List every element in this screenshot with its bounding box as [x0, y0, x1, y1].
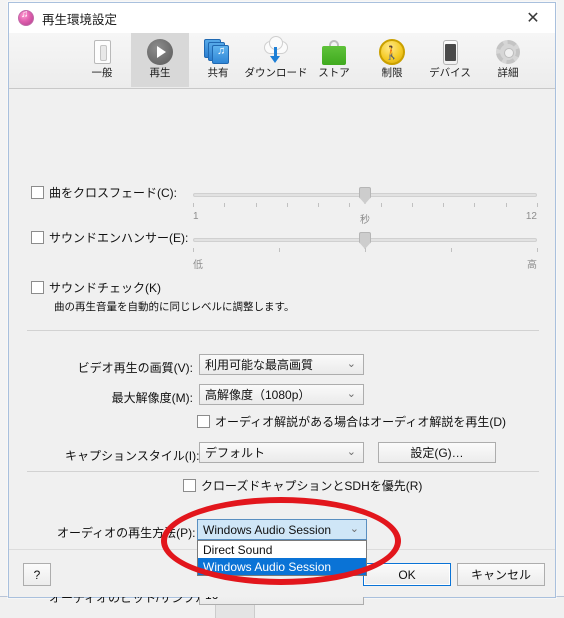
share-stack-icon	[203, 37, 233, 67]
crossfade-min-label: 1	[193, 211, 199, 222]
restriction-icon	[377, 37, 407, 67]
tab-sharing-label: 共有	[207, 67, 229, 79]
tab-advanced[interactable]: 詳細	[479, 33, 537, 87]
caption-settings-button[interactable]: 設定(G)…	[378, 442, 496, 463]
sound-enhancer-slider[interactable]: 低 高	[193, 232, 538, 274]
chevron-down-icon: ⌄	[349, 523, 359, 535]
title-bar: 再生環境設定 ✕	[9, 3, 555, 33]
caption-style-label: キャプションスタイル(I):	[65, 449, 200, 463]
audio-playback-method-value: Windows Audio Session	[203, 522, 332, 537]
close-icon[interactable]: ✕	[511, 3, 555, 33]
chevron-down-icon: ⌄	[346, 358, 356, 370]
tab-store-label: ストア	[318, 67, 350, 79]
chevron-down-icon: ⌄	[346, 446, 356, 458]
crossfade-slider[interactable]: 1 秒 12	[193, 187, 538, 229]
tab-downloads[interactable]: ダウンロード	[244, 33, 308, 87]
shopping-bag-icon	[319, 37, 349, 67]
chevron-down-icon: ⌄	[346, 388, 356, 400]
window-title: 再生環境設定	[42, 12, 118, 27]
audio-description-label: オーディオ解説がある場合はオーディオ解説を再生(D)	[215, 415, 506, 429]
sound-enhancer-slider-thumb[interactable]	[359, 232, 371, 249]
sound-enhancer-label: サウンドエンハンサー(E):	[49, 231, 189, 245]
help-button[interactable]: ?	[23, 563, 51, 586]
playback-settings-panel: 曲をクロスフェード(C): 1 秒 12 サウンドエンハンサー(E): 低 高 …	[9, 89, 555, 605]
crossfade-checkbox[interactable]	[31, 186, 44, 199]
phone-device-icon	[435, 37, 465, 67]
max-resolution-value: 高解像度（1080p）	[205, 388, 311, 402]
screenshot-root: ⌄ 再生環境設定 ✕ 一般 再生 共有	[0, 0, 564, 618]
closed-caption-label: クローズドキャプションとSDHを優先(R)	[201, 479, 423, 493]
audio-playback-method-label: オーディオの再生方法(P):	[57, 526, 196, 540]
sound-enhancer-checkbox-row[interactable]: サウンドエンハンサー(E):	[31, 229, 188, 246]
audio-playback-method-select[interactable]: Windows Audio Session ⌄	[197, 519, 367, 540]
sound-enhancer-slider-ticks	[193, 248, 538, 253]
tab-downloads-label: ダウンロード	[244, 67, 308, 79]
sound-enhancer-checkbox[interactable]	[31, 231, 44, 244]
general-switch-icon	[87, 37, 117, 67]
video-quality-label: ビデオ再生の画質(V):	[77, 361, 193, 375]
tab-playback[interactable]: 再生	[131, 33, 189, 87]
crossfade-slider-ticks	[193, 203, 538, 208]
cancel-button[interactable]: キャンセル	[457, 563, 545, 586]
sound-check-label: サウンドチェック(K)	[49, 281, 161, 295]
separator-1	[27, 330, 539, 331]
crossfade-max-label: 12	[525, 211, 537, 222]
sound-check-checkbox[interactable]	[31, 281, 44, 294]
tab-devices-label: デバイス	[429, 67, 471, 79]
tab-restrictions[interactable]: 制限	[363, 33, 421, 87]
audio-playback-method-dropdown[interactable]: Direct Sound Windows Audio Session	[197, 540, 367, 576]
audio-description-checkbox-row[interactable]: オーディオ解説がある場合はオーディオ解説を再生(D)	[197, 413, 506, 430]
video-quality-select[interactable]: 利用可能な最高画質 ⌄	[199, 354, 364, 375]
sound-enhancer-max-label: 高	[527, 260, 537, 271]
max-resolution-select[interactable]: 高解像度（1080p） ⌄	[199, 384, 364, 405]
caption-style-select[interactable]: デフォルト ⌄	[199, 442, 364, 463]
cloud-download-icon	[261, 36, 291, 67]
tab-advanced-label: 詳細	[497, 67, 519, 79]
caption-style-value: デフォルト	[205, 446, 266, 460]
sound-check-checkbox-row[interactable]: サウンドチェック(K)	[31, 279, 161, 296]
ok-button[interactable]: OK	[363, 563, 451, 586]
closed-caption-checkbox[interactable]	[183, 479, 196, 492]
tab-store[interactable]: ストア	[305, 33, 363, 87]
tab-restrictions-label: 制限	[381, 67, 403, 79]
max-resolution-label: 最大解像度(M):	[111, 391, 193, 405]
gear-icon	[493, 37, 523, 67]
sound-enhancer-min-label: 低	[193, 260, 203, 271]
crossfade-unit-label: 秒	[360, 215, 370, 226]
sound-check-description: 曲の再生音量を自動的に同じレベルに調整します。	[54, 301, 295, 313]
tab-sharing[interactable]: 共有	[189, 33, 247, 87]
dropdown-option-direct-sound[interactable]: Direct Sound	[198, 541, 366, 558]
tab-general-label: 一般	[91, 67, 113, 79]
tab-playback-label: 再生	[149, 67, 171, 79]
preferences-tab-strip: 一般 再生 共有 ダウンロード	[9, 33, 555, 89]
crossfade-slider-thumb[interactable]	[359, 187, 371, 204]
separator-2	[27, 471, 539, 472]
preferences-dialog: 再生環境設定 ✕ 一般 再生 共有	[8, 2, 556, 605]
audio-description-checkbox[interactable]	[197, 415, 210, 428]
closed-caption-checkbox-row[interactable]: クローズドキャプションとSDHを優先(R)	[183, 477, 422, 494]
itunes-note-icon	[18, 9, 34, 26]
crossfade-checkbox-row[interactable]: 曲をクロスフェード(C):	[31, 184, 177, 201]
tab-devices[interactable]: デバイス	[421, 33, 479, 87]
video-quality-value: 利用可能な最高画質	[205, 358, 314, 372]
crossfade-label: 曲をクロスフェード(C):	[49, 186, 177, 200]
tab-general[interactable]: 一般	[73, 33, 131, 87]
dropdown-option-windows-audio-session[interactable]: Windows Audio Session	[198, 558, 366, 575]
play-circle-icon	[145, 37, 175, 67]
